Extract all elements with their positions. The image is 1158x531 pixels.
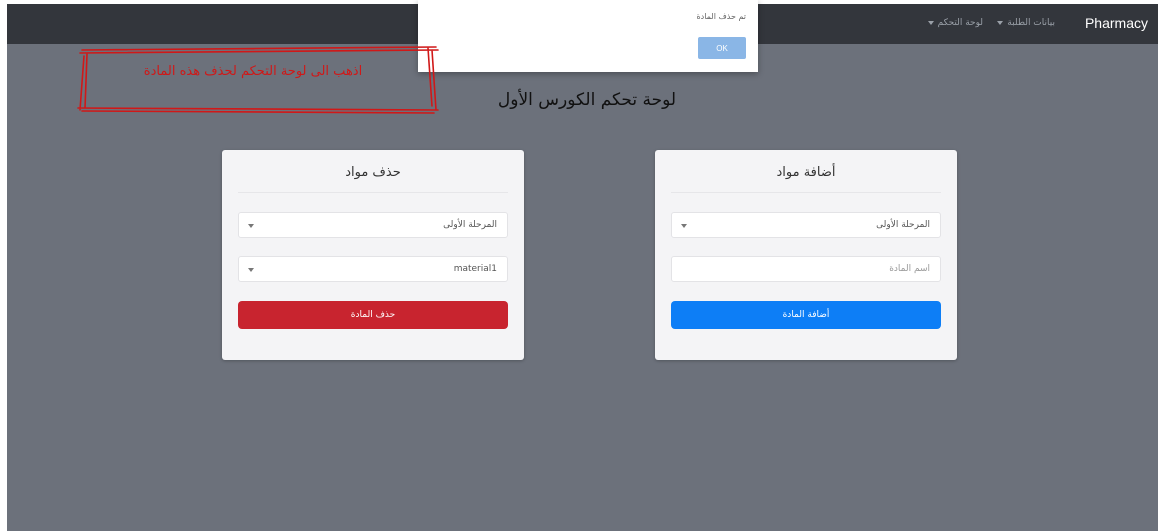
page-title: لوحة تحكم الكورس الأول (497, 90, 677, 110)
chevron-down-icon (248, 224, 254, 228)
card-title: أضافة مواد (776, 165, 836, 180)
nav-item-students-data[interactable]: بيانات الطلبة (997, 18, 1055, 28)
alert-dialog: تم حذف المادة OK (418, 0, 758, 72)
caret-down-icon (927, 21, 934, 25)
material-select[interactable]: material1 (238, 256, 508, 282)
dialog-message: تم حذف المادة (696, 12, 746, 21)
stage-select[interactable]: المرحلة الأولى (671, 212, 941, 238)
material-select-value: material1 (453, 264, 497, 274)
annotation-box (77, 46, 439, 114)
add-material-button[interactable]: أضافة المادة (671, 301, 941, 329)
divider (671, 192, 941, 193)
chevron-down-icon (248, 268, 254, 272)
brand-link[interactable]: Pharmacy (1085, 15, 1148, 31)
stage-select-value: المرحلة الأولى (443, 220, 497, 230)
nav-item-dashboard[interactable]: لوحة التحكم (927, 18, 983, 28)
nav-item-label: بيانات الطلبة (1007, 18, 1055, 28)
stage-select-value: المرحلة الأولى (876, 220, 930, 230)
delete-materials-card: حذف مواد المرحلة الأولى material1 حذف ال… (222, 150, 524, 360)
card-title: حذف مواد (345, 165, 401, 180)
delete-material-button[interactable]: حذف المادة (238, 301, 508, 329)
chevron-down-icon (681, 224, 687, 228)
dialog-ok-button[interactable]: OK (698, 37, 746, 59)
divider (238, 192, 508, 193)
annotation-text: اذهب الى لوحة التحكم لحذف هذه المادة (143, 64, 363, 79)
material-name-input[interactable] (671, 256, 941, 282)
stage-select[interactable]: المرحلة الأولى (238, 212, 508, 238)
add-materials-card: أضافة مواد المرحلة الأولى أضافة المادة (655, 150, 957, 360)
caret-down-icon (997, 21, 1004, 25)
nav-item-label: لوحة التحكم (937, 18, 983, 28)
